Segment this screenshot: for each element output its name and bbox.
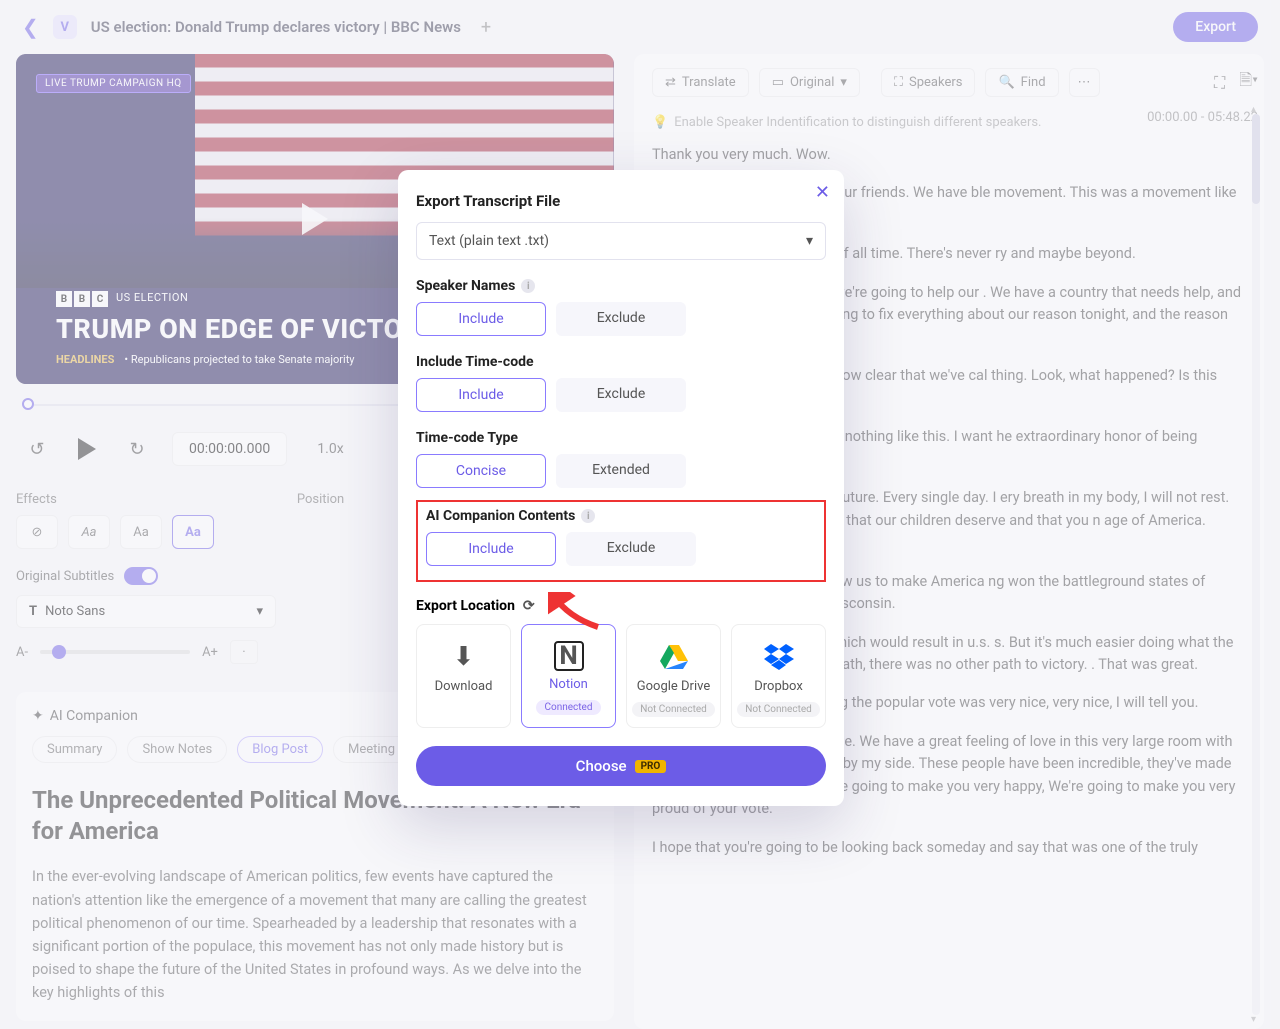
modal-title: Export Transcript File <box>416 192 826 210</box>
location-dropbox[interactable]: Dropbox Not Connected <box>731 624 826 728</box>
chevron-down-icon: ▾ <box>806 233 813 249</box>
export-modal: ✕ Export Transcript File Text (plain tex… <box>398 170 844 806</box>
pro-badge: PRO <box>635 760 667 773</box>
timecode-label: Include Time-code <box>416 354 826 370</box>
not-connected-badge: Not Connected <box>737 702 820 717</box>
download-icon: ⬇ <box>453 641 475 673</box>
speaker-names-label: Speaker Names <box>416 278 515 294</box>
timecode-type-label: Time-code Type <box>416 430 826 446</box>
timecode-include-button[interactable]: Include <box>416 378 546 412</box>
timecode-extended-button[interactable]: Extended <box>556 454 686 488</box>
timecode-exclude-button[interactable]: Exclude <box>556 378 686 412</box>
ai-include-button[interactable]: Include <box>426 532 556 566</box>
ai-exclude-button[interactable]: Exclude <box>566 532 696 566</box>
format-select[interactable]: Text (plain text .txt) ▾ <box>416 222 826 260</box>
dropbox-icon <box>764 641 794 673</box>
ai-companion-highlight: AI Companion Contents i Include Exclude <box>416 500 826 582</box>
modal-close-button[interactable]: ✕ <box>815 182 830 203</box>
connected-badge: Connected <box>536 700 600 715</box>
notion-icon: N <box>554 641 584 671</box>
speaker-exclude-button[interactable]: Exclude <box>556 302 686 336</box>
ai-contents-label: AI Companion Contents <box>426 508 575 524</box>
location-gdrive[interactable]: Google Drive Not Connected <box>626 624 721 728</box>
choose-button[interactable]: Choose PRO <box>416 746 826 786</box>
speaker-include-button[interactable]: Include <box>416 302 546 336</box>
location-notion[interactable]: N Notion Connected <box>521 624 616 728</box>
refresh-icon[interactable]: ⟳ <box>523 598 535 614</box>
timecode-concise-button[interactable]: Concise <box>416 454 546 488</box>
gdrive-icon <box>660 641 688 673</box>
info-icon[interactable]: i <box>521 279 535 293</box>
location-download[interactable]: ⬇ Download <box>416 624 511 728</box>
info-icon[interactable]: i <box>581 509 595 523</box>
not-connected-badge: Not Connected <box>632 702 715 717</box>
export-location-label: Export Location <box>416 598 515 614</box>
